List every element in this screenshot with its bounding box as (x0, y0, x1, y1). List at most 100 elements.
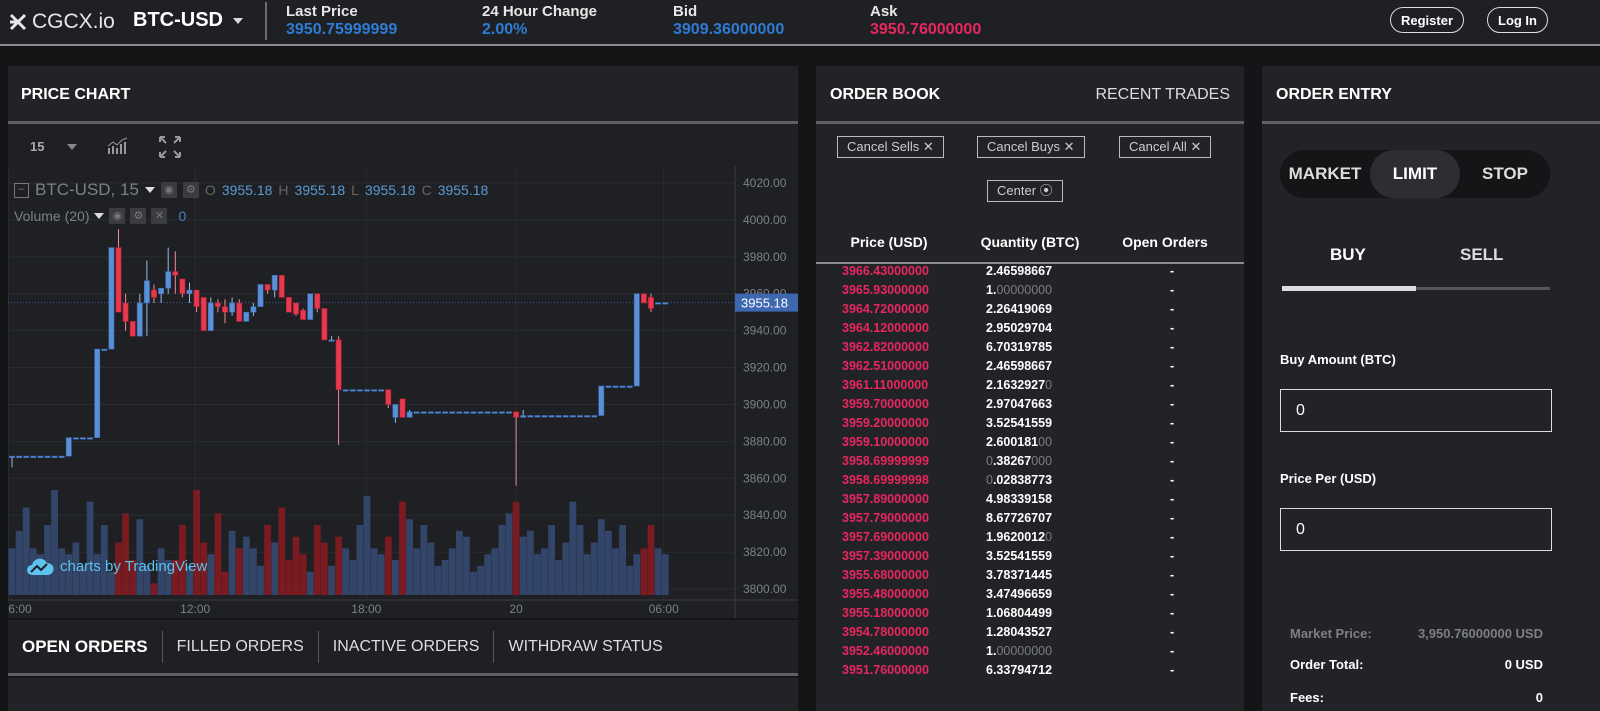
chevron-down-icon[interactable] (67, 144, 77, 150)
row-quantity: 0.38267000 (986, 454, 1052, 468)
volume-bar (548, 525, 555, 595)
order-book-row[interactable]: 3959.70000000 2.97047663 - (816, 397, 1244, 416)
row-quantity: 1.00000000 (986, 644, 1052, 658)
register-button[interactable]: Register (1390, 7, 1465, 33)
stat-label: Ask (870, 3, 898, 20)
order-book-row[interactable]: 3952.46000000 1.00000000 - (816, 644, 1244, 663)
candle-body (222, 306, 228, 313)
order-book-row[interactable]: 3957.89000000 4.98339158 - (816, 492, 1244, 511)
order-type-stop[interactable]: STOP (1460, 150, 1550, 198)
side-sell[interactable]: SELL (1460, 245, 1503, 265)
divider (816, 121, 1244, 124)
volume-bar (576, 525, 584, 595)
candle-body (193, 289, 200, 307)
y-tick-label: 3800.00 (743, 582, 787, 596)
row-price: 3961.11000000 (842, 378, 929, 392)
qty-main: 3.52541559 (986, 416, 1053, 430)
fullscreen-icon[interactable] (158, 135, 182, 159)
candle-body (591, 415, 598, 418)
row-quantity: 2.97047663 (986, 397, 1052, 411)
row-price: 3966.43000000 (842, 264, 929, 278)
order-book-row[interactable]: 3959.10000000 2.60018100 - (816, 435, 1244, 454)
candle-body (165, 271, 172, 289)
logo[interactable]: CGCX.io (8, 10, 115, 34)
login-button[interactable]: Log In (1487, 7, 1548, 33)
buy-amount-input[interactable] (1280, 389, 1552, 432)
row-price: 3957.39000000 (842, 549, 929, 563)
tab-filled-orders[interactable]: FILLED ORDERS (161, 630, 318, 663)
tab-open-orders[interactable]: OPEN ORDERS (8, 631, 162, 663)
button-label: Cancel Sells (847, 139, 920, 154)
row-open-orders: - (1170, 378, 1175, 392)
collapse-icon[interactable]: – (14, 182, 29, 198)
order-book-row[interactable]: 3958.69999999 0.38267000 - (816, 454, 1244, 473)
stat-ask: Ask 3950.76000000 (870, 3, 981, 39)
candle-body (229, 302, 235, 313)
tab-recent-trades[interactable]: RECENT TRADES (1095, 86, 1230, 104)
price-chart[interactable]: 4020.004000.003980.003960.003940.003920.… (8, 166, 798, 618)
y-tick-label: 3860.00 (743, 471, 787, 485)
chart-legend: – BTC-USD, 15 ◉ ⚙ O 3955.18 H 3955.18 L 3955… (14, 180, 488, 200)
candle-body (506, 411, 512, 414)
order-book-row[interactable]: 3957.69000000 1.96200120 - (816, 530, 1244, 549)
order-book-row[interactable]: 3959.20000000 3.52541559 - (816, 416, 1244, 435)
order-book-row[interactable]: 3955.18000000 1.06804499 - (816, 606, 1244, 625)
volume-bar (484, 554, 492, 595)
cancel-buys-button[interactable]: Cancel Buys ✕ (977, 136, 1085, 158)
tradingview-watermark[interactable]: charts by TradingView (26, 556, 207, 576)
order-book-row[interactable]: 3962.51000000 2.46598667 - (816, 359, 1244, 378)
volume-bar (370, 548, 378, 595)
candlestick-chart[interactable]: 4020.004000.003980.003960.003940.003920.… (8, 166, 798, 618)
candle-body (300, 310, 306, 320)
fees-value: 0 (1535, 690, 1543, 705)
order-book-row[interactable]: 3964.12000000 2.95029704 - (816, 321, 1244, 340)
pair-selector[interactable]: BTC-USD (133, 9, 243, 32)
cancel-all-button[interactable]: Cancel All ✕ (1119, 136, 1212, 158)
candle-body (392, 404, 399, 418)
chevron-down-icon[interactable] (144, 187, 155, 193)
order-book-row[interactable]: 3964.72000000 2.26419069 - (816, 302, 1244, 321)
order-book-row[interactable]: 3951.76000000 6.33794712 - (816, 663, 1244, 682)
legend-open: 3955.18 (221, 182, 273, 198)
order-book-row[interactable]: 3961.11000000 2.16329270 - (816, 378, 1244, 397)
eye-icon[interactable]: ◉ (160, 182, 177, 198)
side-buy[interactable]: BUY (1330, 245, 1366, 265)
order-book-row[interactable]: 3966.43000000 2.46598667 - (816, 264, 1244, 283)
legend-low: 3955.18 (364, 182, 416, 198)
eye-icon[interactable]: ◉ (109, 208, 126, 224)
order-book-row[interactable]: 3954.78000000 1.28043527 - (816, 625, 1244, 644)
qty-main: 2.1632927 (986, 378, 1046, 392)
order-book-row[interactable]: 3957.79000000 8.67726707 - (816, 511, 1244, 530)
order-book-row[interactable]: 3958.69999998 0.02838773 - (816, 473, 1244, 492)
chevron-down-icon[interactable] (94, 213, 105, 219)
order-type-market[interactable]: MARKET (1280, 150, 1370, 198)
volume-bar (342, 548, 350, 595)
order-type-limit[interactable]: LIMIT (1370, 150, 1460, 198)
row-price: 3962.82000000 (842, 340, 929, 354)
volume-bar (541, 548, 548, 595)
candle-body (619, 385, 626, 388)
order-book-row[interactable]: 3957.39000000 3.52541559 - (816, 549, 1244, 568)
interval-selector[interactable]: 15 (30, 139, 44, 154)
row-quantity: 2.95029704 (986, 321, 1052, 335)
row-price: 3955.48000000 (842, 587, 929, 601)
order-book-row[interactable]: 3962.82000000 6.70319785 - (816, 340, 1244, 359)
column-open-orders: Open Orders (1122, 234, 1208, 250)
order-book-title[interactable]: ORDER BOOK (830, 86, 940, 104)
order-book-row[interactable]: 3955.48000000 3.47496659 - (816, 587, 1244, 606)
cancel-sells-button[interactable]: Cancel Sells ✕ (837, 136, 944, 158)
candle-body (151, 289, 157, 298)
order-book-row[interactable]: 3955.68000000 3.78371445 - (816, 568, 1244, 587)
legend-high: 3955.18 (294, 182, 346, 198)
tab-withdraw-status[interactable]: WITHDRAW STATUS (493, 630, 676, 663)
center-button[interactable]: Center ⦿ (987, 180, 1063, 202)
order-book-row[interactable]: 3965.93000000 1.00000000 - (816, 283, 1244, 302)
tab-inactive-orders[interactable]: INACTIVE ORDERS (317, 630, 494, 663)
indicators-icon[interactable] (107, 137, 129, 155)
price-per-input[interactable] (1280, 508, 1552, 551)
gear-icon[interactable]: ⚙ (130, 208, 147, 224)
close-icon[interactable]: ✕ (151, 208, 168, 224)
candle-body (250, 306, 257, 313)
gear-icon[interactable]: ⚙ (182, 182, 199, 198)
fees-label: Fees: (1290, 690, 1324, 705)
